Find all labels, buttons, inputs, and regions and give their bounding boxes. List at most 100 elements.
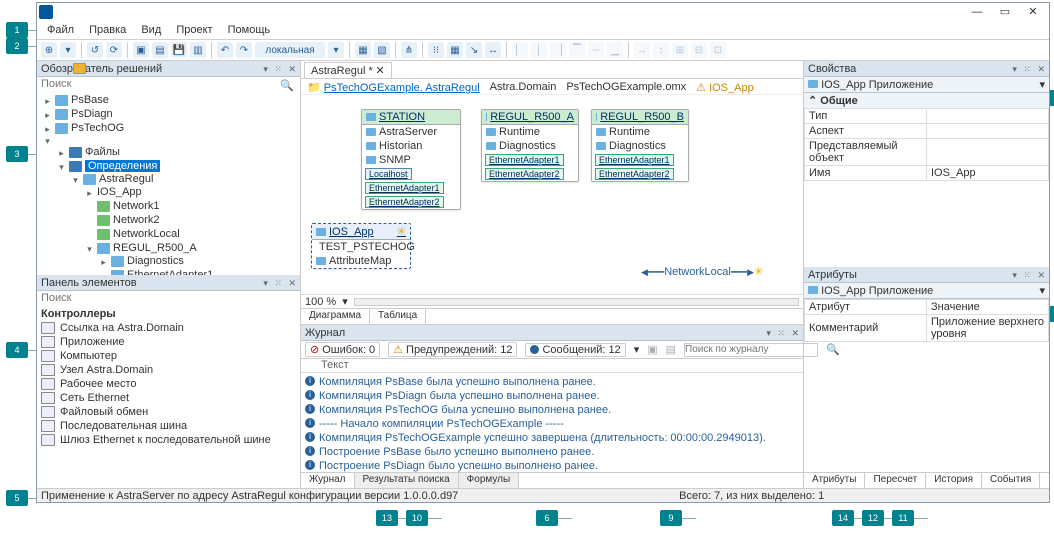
prop-key[interactable]: Тип xyxy=(805,109,927,124)
prop-val[interactable] xyxy=(927,124,1049,139)
palette-item[interactable]: Шлюз Ethernet к последовательной шине xyxy=(60,434,271,446)
menu-help[interactable]: Помощь xyxy=(222,23,277,37)
crumb-1[interactable]: PsTechOGExample. AstraRegul xyxy=(324,82,480,94)
tb-sameh-icon[interactable]: ⊟ xyxy=(691,42,707,58)
tb-align-r-icon[interactable]: ▕ xyxy=(550,42,566,58)
prop-key[interactable]: Представляемый объект xyxy=(805,139,927,166)
tree-ios[interactable]: IOS_App xyxy=(97,186,142,198)
journal-dd-icon[interactable]: ▾ xyxy=(634,343,640,356)
node-networklocal[interactable]: ◀━━━NetworkLocal━━━▶✳ xyxy=(641,265,763,278)
atab-events[interactable]: События xyxy=(982,473,1040,488)
port[interactable]: EthernetAdapter1 xyxy=(595,154,674,166)
messages-filter[interactable]: Сообщений: 12 xyxy=(525,343,625,357)
search-icon[interactable]: 🔍 xyxy=(280,79,294,92)
tb-target-combo[interactable]: локальная xyxy=(255,42,325,58)
tree-diag[interactable]: Diagnostics xyxy=(127,255,184,267)
jtab-results[interactable]: Результаты поиска xyxy=(355,473,459,488)
journal-panel-buttons[interactable]: ▾ ⁙ ✕ xyxy=(766,325,801,341)
tree-pstechog[interactable]: PsTechOG xyxy=(71,122,124,134)
tb-redo-icon[interactable]: ↷ xyxy=(236,42,252,58)
attribute-grid[interactable]: АтрибутЗначение КомментарийПриложение ве… xyxy=(804,299,1049,473)
tree-astra[interactable]: AstraRegul xyxy=(99,173,153,185)
tb-dd-icon[interactable]: ▾ xyxy=(328,42,344,58)
collapse-icon[interactable]: ⌃ xyxy=(808,95,817,107)
crumb-4[interactable]: IOS_App xyxy=(709,82,754,94)
journal-line[interactable]: Построение PsDiagn было успешно выполнен… xyxy=(319,460,598,472)
viewtab-table[interactable]: Таблица xyxy=(370,309,426,324)
port[interactable]: Localhost xyxy=(365,168,412,180)
palette-item[interactable]: Рабочее место xyxy=(60,378,137,390)
attributes-object[interactable]: IOS_App Приложение ▾ xyxy=(804,283,1049,299)
palette-item[interactable]: Сеть Ethernet xyxy=(60,392,129,404)
node-regul-b[interactable]: REGUL_R500_B Runtime Diagnostics Etherne… xyxy=(591,109,689,182)
properties-panel-buttons[interactable]: ▾ ⁙ ✕ xyxy=(1012,61,1047,77)
journal-col-text[interactable]: Текст xyxy=(321,359,349,371)
tb-undo-icon[interactable]: ↶ xyxy=(217,42,233,58)
viewtab-diagram[interactable]: Диаграмма xyxy=(301,309,370,324)
explorer-panel-buttons[interactable]: ▾ ⁙ ✕ xyxy=(263,61,298,77)
tab-close-icon[interactable]: ✕ xyxy=(376,65,385,77)
dropdown-icon[interactable]: ▾ xyxy=(1039,77,1045,93)
tb-open-icon[interactable]: ▤ xyxy=(152,42,168,58)
zoom-pct[interactable]: 100 % xyxy=(305,296,336,308)
tree-regul[interactable]: REGUL_R500_A xyxy=(113,242,197,254)
attr-key[interactable]: Комментарий xyxy=(805,314,927,341)
tree-net1[interactable]: Network1 xyxy=(113,200,159,212)
port[interactable]: EthernetAdapter2 xyxy=(595,168,674,180)
elements-search-input[interactable] xyxy=(41,292,296,304)
tb-samew-icon[interactable]: ⊡ xyxy=(710,42,726,58)
jtab-journal[interactable]: Журнал xyxy=(301,473,355,488)
tree-net2[interactable]: Network2 xyxy=(113,214,159,226)
tb-refresh-icon[interactable]: ↺ xyxy=(87,42,103,58)
palette-item[interactable]: Узел Astra.Domain xyxy=(60,364,153,376)
journal-search-input[interactable] xyxy=(684,343,818,357)
journal-line[interactable]: ----- Начало компиляции PsTechOGExample … xyxy=(319,418,564,430)
palette-item[interactable]: Ссылка на Astra.Domain xyxy=(60,322,184,334)
tree-defs[interactable]: Определения xyxy=(85,160,160,172)
tree-files[interactable]: Файлы xyxy=(85,146,120,158)
tb-build-icon[interactable]: ▦ xyxy=(355,42,371,58)
crumb-2[interactable]: Astra.Domain xyxy=(490,81,557,92)
tb-sync-icon[interactable]: ⟳ xyxy=(106,42,122,58)
tb-link-icon[interactable]: ↘ xyxy=(466,42,482,58)
journal-line[interactable]: Компиляция PsTechOG была успешно выполне… xyxy=(319,404,611,416)
zoom-dd-icon[interactable]: ▾ xyxy=(342,295,348,308)
prop-val[interactable] xyxy=(927,109,1049,124)
tree-netlocal[interactable]: NetworkLocal xyxy=(113,228,180,240)
properties-object[interactable]: IOS_App Приложение ▾ xyxy=(804,77,1049,93)
palette-item[interactable]: Приложение xyxy=(60,336,125,348)
tb-align-t-icon[interactable]: ▔ xyxy=(569,42,585,58)
jtab-formulas[interactable]: Формулы xyxy=(459,473,520,488)
prop-key[interactable]: Имя xyxy=(805,166,927,181)
prop-val[interactable] xyxy=(927,139,1049,166)
palette-item[interactable]: Последовательная шина xyxy=(60,420,187,432)
tb-deploy-icon[interactable]: ▧ xyxy=(374,42,390,58)
tree-psbase[interactable]: PsBase xyxy=(71,94,109,106)
tb-dist-v-icon[interactable]: ↕ xyxy=(653,42,669,58)
journal-line[interactable]: Компиляция PsBase была успешно выполнена… xyxy=(319,376,596,388)
tb-conn-icon[interactable]: ↔ xyxy=(485,42,501,58)
tb-folder-icon[interactable]: ▣ xyxy=(133,42,149,58)
atab-history[interactable]: История xyxy=(926,473,982,488)
tb-dropdown-icon[interactable]: ▾ xyxy=(60,42,76,58)
dropdown-icon[interactable]: ▾ xyxy=(1039,283,1045,299)
port[interactable]: EthernetAdapter2 xyxy=(365,196,444,208)
crumb-3[interactable]: PsTechOGExample.omx xyxy=(566,81,686,92)
tb-align-m-icon[interactable]: ─ xyxy=(588,42,604,58)
atab-recalc[interactable]: Пересчет xyxy=(865,473,926,488)
tree-psdiagn[interactable]: PsDiagn xyxy=(71,108,113,120)
journal-line[interactable]: Компиляция PsDiagn была успешно выполнен… xyxy=(319,390,600,402)
warnings-filter[interactable]: ⚠Предупреждений: 12 xyxy=(388,342,517,357)
journal-copy-icon[interactable]: ▣ xyxy=(647,343,657,356)
port[interactable]: EthernetAdapter2 xyxy=(485,168,564,180)
attr-val[interactable]: Приложение верхнего уровня xyxy=(927,314,1049,341)
tb-align-c-icon[interactable]: │ xyxy=(531,42,547,58)
solution-tree[interactable]: ▸PsBase ▸PsDiagn ▸PsTechOG ▾ ▸Файлы ▾Опр… xyxy=(37,91,300,275)
tb-samesize-icon[interactable]: ⊞ xyxy=(672,42,688,58)
errors-filter[interactable]: ⊘Ошибок: 0 xyxy=(305,342,380,357)
elements-panel-buttons[interactable]: ▾ ⁙ ✕ xyxy=(263,275,298,291)
window-minimize-button[interactable]: — xyxy=(963,3,991,21)
atab-attributes[interactable]: Атрибуты xyxy=(804,473,865,488)
palette-item[interactable]: Файловый обмен xyxy=(60,406,148,418)
menu-project[interactable]: Проект xyxy=(170,23,218,37)
